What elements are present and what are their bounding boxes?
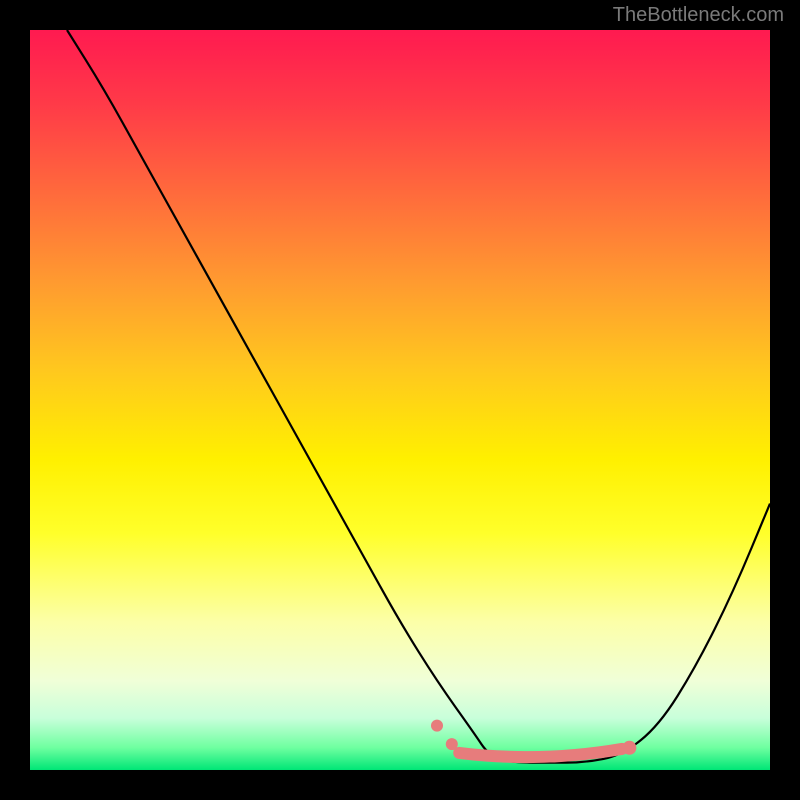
highlight-dot-3 [622,741,636,755]
watermark-text: TheBottleneck.com [613,4,784,27]
highlight-dot-1 [431,720,443,732]
chart-plot-area [30,30,770,770]
highlight-band [459,749,622,757]
curve-svg [30,30,770,770]
highlight-dot-2 [446,738,458,750]
bottleneck-curve [67,30,770,763]
